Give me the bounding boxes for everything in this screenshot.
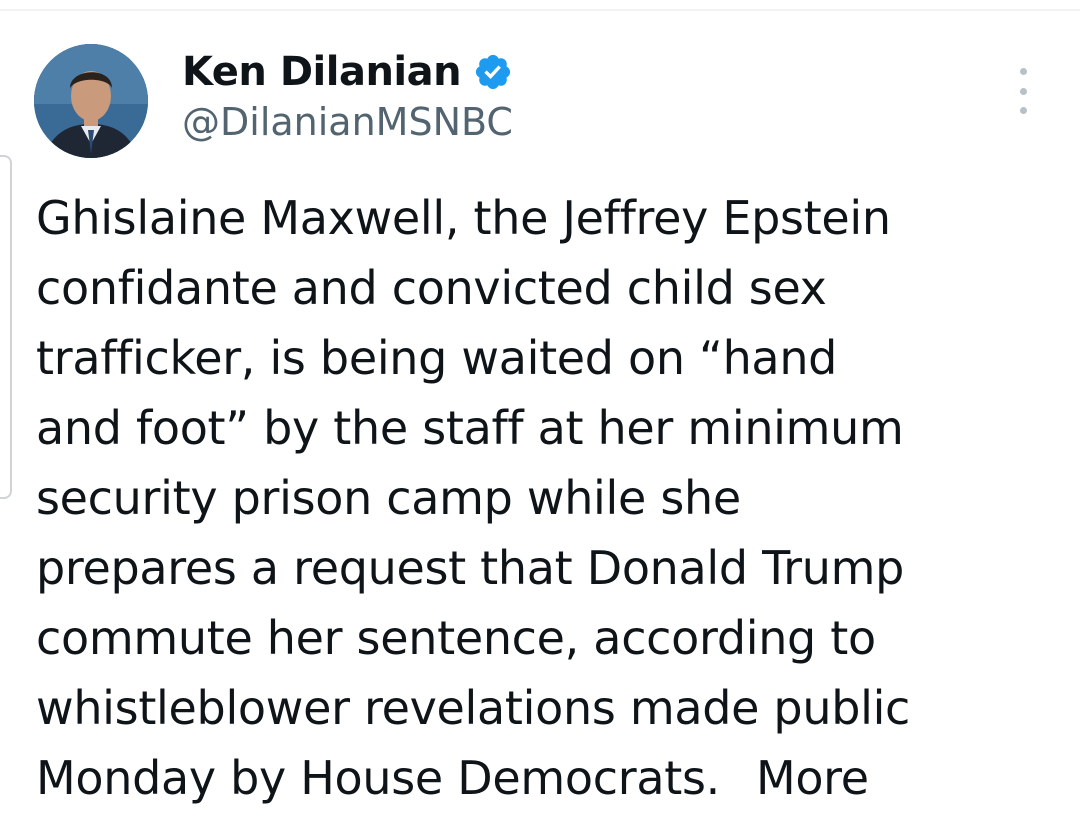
tweet-line: prepares a request that Donald Trump bbox=[36, 541, 905, 595]
show-more-link[interactable]: More bbox=[756, 751, 869, 805]
tweet-line: whistleblower revelations made public bbox=[36, 681, 911, 735]
tweet-line: and foot” by the staff at her minimum bbox=[36, 401, 904, 455]
avatar-image bbox=[34, 44, 148, 158]
verified-badge-icon bbox=[473, 52, 513, 92]
tweet-line: Ghislaine Maxwell, the Jeffrey Epstein bbox=[36, 191, 891, 245]
top-divider bbox=[0, 9, 1080, 11]
avatar[interactable] bbox=[34, 44, 148, 158]
tweet-line: confidante and convicted child sex bbox=[36, 261, 827, 315]
tweet-line: commute her sentence, according to bbox=[36, 611, 876, 665]
menu-dot bbox=[1019, 107, 1027, 114]
edge-scroll-handle[interactable] bbox=[0, 155, 12, 499]
tweet-last-line: Monday by House Democrats. More bbox=[36, 743, 1036, 813]
author-row: Ken Dilanian bbox=[182, 42, 513, 102]
tweet-line: Monday by House Democrats. bbox=[36, 751, 720, 805]
tweet-line: trafficker, is being waited on “hand bbox=[36, 331, 838, 385]
tweet-line: security prison camp while she bbox=[36, 471, 741, 525]
menu-dot bbox=[1019, 68, 1027, 75]
tweet-text: Ghislaine Maxwell, the Jeffrey Epstein c… bbox=[36, 183, 1036, 813]
author-handle[interactable]: @DilanianMSNBC bbox=[182, 100, 513, 144]
tweet-card: Ken Dilanian @DilanianMSNBC Ghislaine Ma… bbox=[0, 0, 1080, 823]
display-name[interactable]: Ken Dilanian bbox=[182, 49, 462, 95]
menu-dot bbox=[1019, 87, 1027, 95]
more-options-icon[interactable] bbox=[1006, 68, 1040, 114]
